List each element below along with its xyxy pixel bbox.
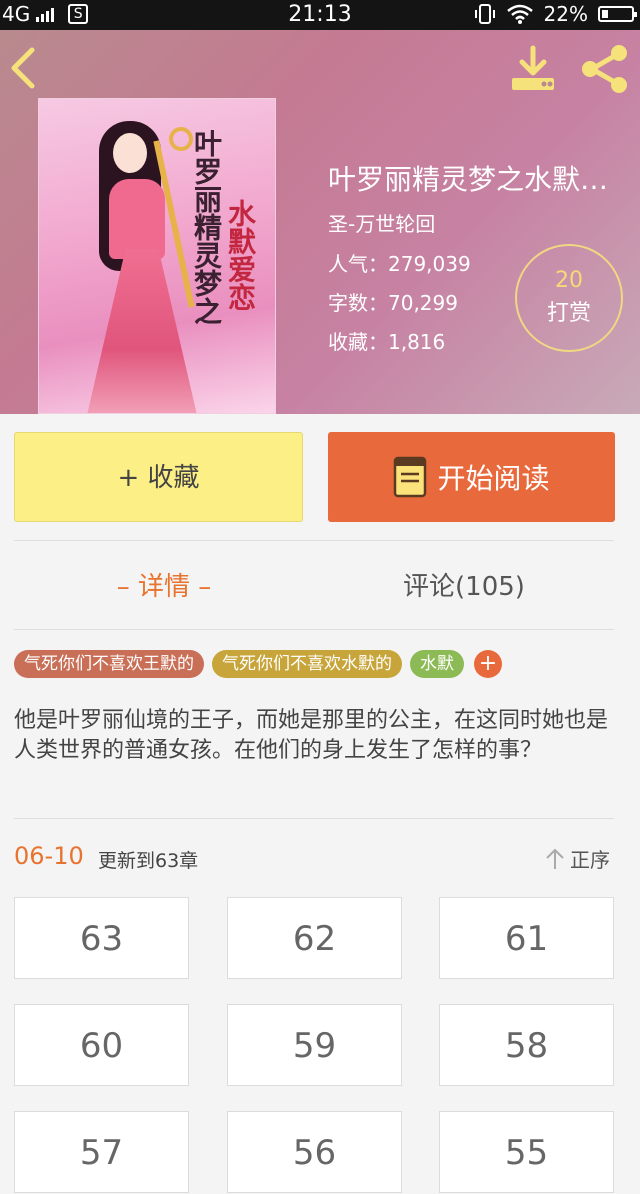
cover-character-body (109, 179, 165, 259)
chapter-button[interactable]: 58 (439, 1004, 614, 1086)
book-icon (394, 456, 427, 498)
tab-detail[interactable]: – 详情 – (14, 566, 314, 603)
cover-character-dress (87, 249, 197, 413)
chapter-button[interactable]: 56 (227, 1111, 402, 1193)
start-reading-button[interactable]: 开始阅读 (328, 432, 615, 522)
chapter-button[interactable]: 60 (14, 1004, 189, 1086)
popularity-stat: 人气：279,039 (328, 252, 471, 276)
book-header: 叶罗丽精灵梦之 水默爱恋 叶罗丽精灵梦之水默爱恋 圣-万世轮回 人气：279,0… (0, 30, 640, 414)
update-text: 更新到63章 (98, 850, 199, 872)
sort-toggle[interactable]: 正序 (544, 844, 610, 873)
divider (14, 818, 614, 819)
tab-comments[interactable]: 评论(105) (314, 566, 614, 603)
book-cover-image[interactable]: 叶罗丽精灵梦之 水默爱恋 (38, 98, 276, 414)
book-description: 他是叶罗丽仙境的王子，而她是那里的公主，在这同时她也是人类世界的普通女孩。在他们… (14, 708, 609, 763)
reward-label: 打赏 (546, 301, 591, 326)
cover-character-face (113, 133, 147, 173)
chapter-button[interactable]: 55 (439, 1111, 614, 1193)
download-icon[interactable] (508, 44, 558, 94)
divider (14, 629, 614, 630)
cover-title-text-1: 叶罗丽精灵梦之 (190, 129, 223, 325)
tag-list: 气死你们不喜欢王默的 气死你们不喜欢水默的 水默 + (14, 650, 502, 678)
divider (14, 540, 614, 541)
favorites-stat: 收藏：1,816 (328, 330, 446, 354)
tag-item[interactable]: 气死你们不喜欢王默的 (14, 650, 204, 678)
reward-count: 20 (555, 268, 583, 293)
reward-button[interactable]: 20 打赏 (515, 244, 623, 352)
chapter-button[interactable]: 62 (227, 897, 402, 979)
chapter-button[interactable]: 63 (14, 897, 189, 979)
share-icon[interactable] (578, 42, 632, 96)
sort-label: 正序 (570, 848, 610, 872)
book-author[interactable]: 圣-万世轮回 (328, 208, 435, 237)
battery-percent: 22% (543, 2, 588, 26)
wifi-icon (506, 4, 533, 24)
start-reading-label: 开始阅读 (437, 462, 550, 495)
status-bar: 4G S 21:13 22% (0, 0, 640, 30)
book-title: 叶罗丽精灵梦之水默爱恋 (328, 163, 624, 196)
chapter-button[interactable]: 61 (439, 897, 614, 979)
back-icon[interactable] (4, 44, 44, 92)
tag-item[interactable]: 水默 (410, 650, 464, 678)
add-tag-button[interactable]: + (474, 650, 502, 678)
word-count-stat: 字数：70,299 (328, 291, 458, 315)
update-date: 06-10 (14, 842, 84, 870)
battery-icon (598, 6, 637, 22)
tag-item[interactable]: 气死你们不喜欢水默的 (212, 650, 402, 678)
chapter-button[interactable]: 59 (227, 1004, 402, 1086)
sort-arrow-icon (546, 848, 564, 869)
cover-title-text-2: 水默爱恋 (224, 199, 257, 311)
vibrate-icon (474, 4, 495, 24)
add-to-favorites-button[interactable]: + 收藏 (14, 432, 303, 522)
chapter-button[interactable]: 57 (14, 1111, 189, 1193)
